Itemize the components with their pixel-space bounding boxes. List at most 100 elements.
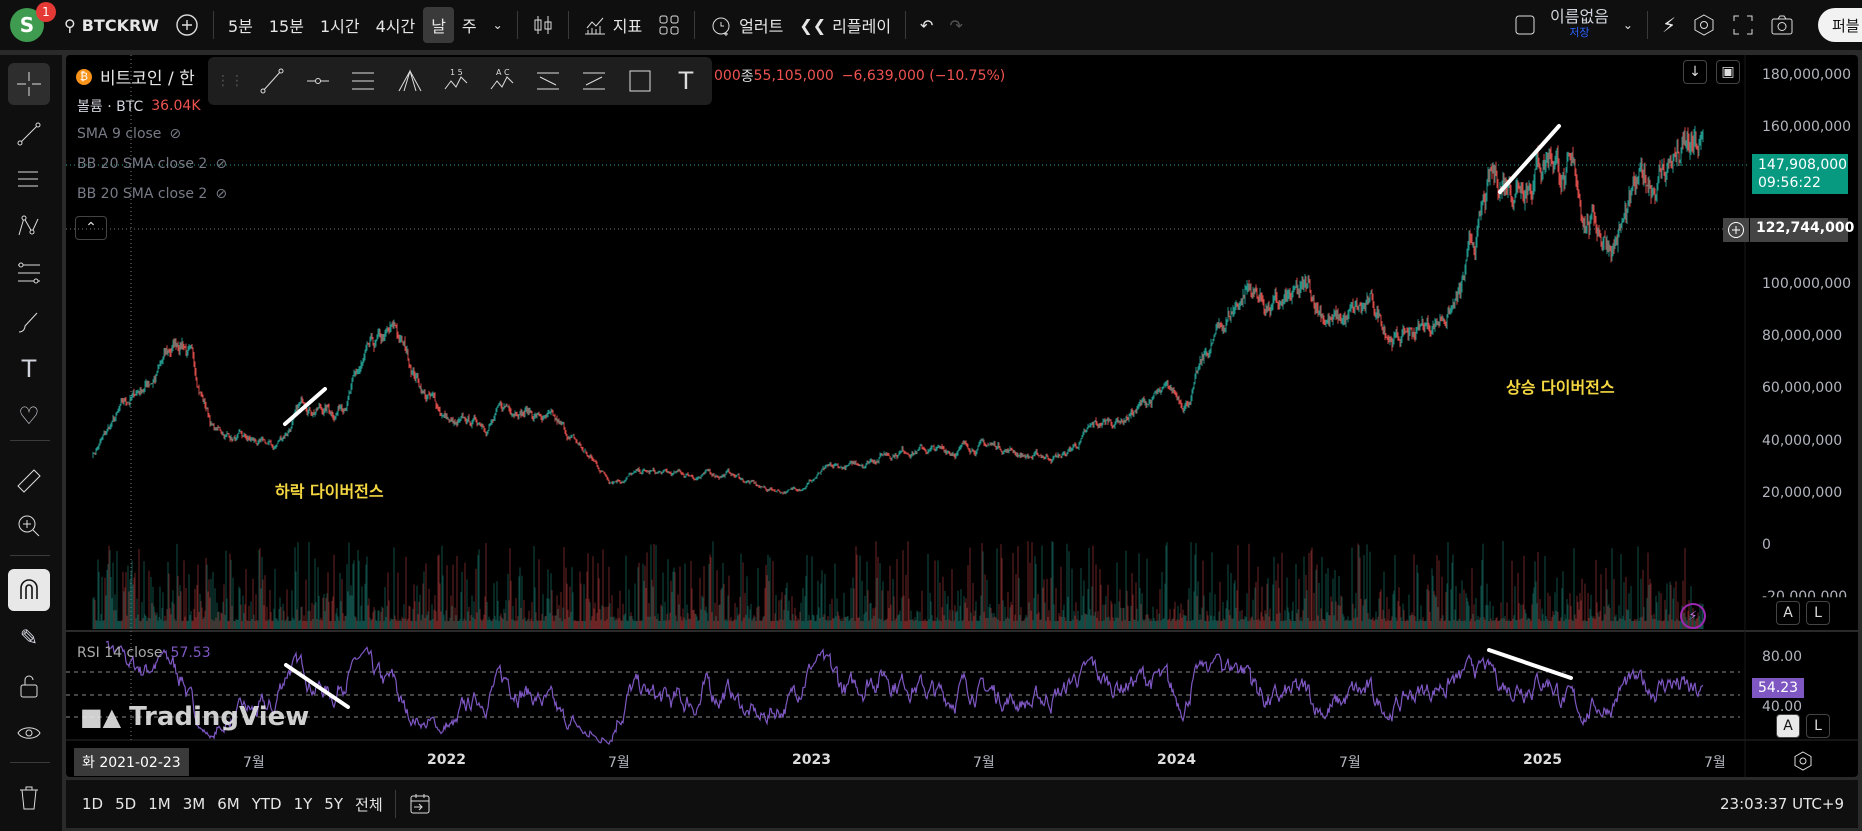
volume-bar <box>384 587 386 629</box>
volume-bar <box>369 617 371 629</box>
volume-bar <box>1188 588 1190 629</box>
volume-bar <box>1227 564 1229 629</box>
volume-bar <box>1057 620 1059 629</box>
volume-bar <box>1267 578 1269 629</box>
volume-bar <box>1239 611 1241 629</box>
time-axis-settings-button[interactable] <box>1792 750 1814 776</box>
move-pane-down-button[interactable]: ↓ <box>1683 60 1707 84</box>
volume-bar <box>1219 581 1221 629</box>
draw-rectangle-button[interactable] <box>622 63 658 99</box>
volume-bar <box>534 587 536 629</box>
volume-bar <box>1402 603 1404 629</box>
indicator-legend-sma[interactable]: SMA 9 close ⊘ <box>77 126 181 142</box>
volume-bar <box>365 564 367 629</box>
volume-bar <box>763 616 765 629</box>
draw-range-button[interactable] <box>530 63 566 99</box>
volume-bar <box>214 588 216 629</box>
volume-bar <box>593 608 595 629</box>
volume-bar <box>586 571 588 629</box>
volume-bar <box>1213 616 1215 629</box>
range-1y[interactable]: 1Y <box>288 786 319 822</box>
volume-bar <box>1581 578 1583 629</box>
bearish-divergence-label[interactable]: 하락 다이버전스 <box>275 478 384 502</box>
collapse-legend-button[interactable]: ⌃ <box>75 216 107 240</box>
range-3m[interactable]: 3M <box>177 786 212 822</box>
volume-bar <box>1277 563 1279 629</box>
volume-bar <box>504 613 506 629</box>
volume-bar <box>1543 620 1545 629</box>
volume-bar <box>492 619 494 629</box>
bullish-rsi-trendline[interactable] <box>1487 648 1573 680</box>
volume-bar <box>478 549 480 629</box>
volume-bar <box>1641 616 1643 629</box>
maximize-pane-button[interactable]: ▣ <box>1716 60 1740 84</box>
volume-bar <box>325 597 327 629</box>
volume-bar <box>1452 554 1454 629</box>
range-5y[interactable]: 5Y <box>318 786 349 822</box>
range-all[interactable]: 전체 <box>349 786 389 822</box>
volume-bar <box>804 596 806 629</box>
range-6m[interactable]: 6M <box>211 786 246 822</box>
rsi-log-scale-button[interactable]: L <box>1806 714 1830 738</box>
bullish-divergence-label[interactable]: 상승 다이버전스 <box>1506 374 1615 398</box>
range-1d[interactable]: 1D <box>76 786 109 822</box>
volume-bar <box>112 562 114 629</box>
volume-bar <box>1044 602 1046 629</box>
eye-hidden-icon[interactable]: ⊘ <box>169 126 181 142</box>
volume-bar <box>1648 584 1650 629</box>
add-alert-button[interactable] <box>1723 218 1749 242</box>
volume-bar <box>1568 619 1570 629</box>
volume-bar <box>172 590 174 629</box>
volume-bar <box>1604 614 1606 629</box>
draw-elliott-button[interactable]: 1 5 <box>438 63 474 99</box>
volume-bar <box>1221 620 1223 629</box>
volume-bar <box>1285 620 1287 629</box>
volume-bar <box>1204 620 1206 629</box>
volume-bar <box>666 613 668 629</box>
volume-bar <box>1382 609 1384 629</box>
volume-bar <box>182 620 184 629</box>
volume-bar <box>1341 596 1343 629</box>
draw-pitchfork-button[interactable] <box>392 63 428 99</box>
indicator-legend-bb-2[interactable]: BB 20 SMA close 2 ⊘ <box>77 186 227 202</box>
volume-bar <box>757 568 759 629</box>
volume-bar <box>786 582 788 629</box>
draw-date-range-button[interactable] <box>576 63 612 99</box>
clock-timezone[interactable]: 23:03:37 UTC+9 <box>1714 786 1850 822</box>
range-5d[interactable]: 5D <box>109 786 142 822</box>
volume-bar <box>137 614 139 629</box>
drag-handle-icon[interactable]: ⋮⋮ <box>216 73 244 89</box>
log-scale-button[interactable]: L <box>1806 601 1830 625</box>
rsi-auto-scale-button[interactable]: A <box>1776 714 1800 738</box>
eye-hidden-icon[interactable]: ⊘ <box>215 156 227 172</box>
volume-bar <box>239 588 241 629</box>
volume-bar <box>1047 616 1049 629</box>
indicator-legend-bb[interactable]: BB 20 SMA close 2 ⊘ <box>77 156 227 172</box>
draw-line-button[interactable] <box>254 63 290 99</box>
volume-bar <box>1203 595 1205 629</box>
volume-bar <box>1253 620 1255 629</box>
go-to-date-button[interactable] <box>402 786 438 822</box>
range-1m[interactable]: 1M <box>142 786 177 822</box>
volume-bar <box>109 550 111 629</box>
volume-bar <box>163 620 165 629</box>
volume-bar <box>628 589 630 629</box>
volume-bar <box>1397 601 1399 629</box>
draw-text-button[interactable]: T <box>668 63 704 99</box>
volume-bar <box>898 614 900 629</box>
draw-channel-button[interactable] <box>346 63 382 99</box>
draw-abcd-button[interactable]: A C <box>484 63 520 99</box>
eye-hidden-icon[interactable]: ⊘ <box>215 186 227 202</box>
volume-bar <box>699 577 701 629</box>
volume-bar <box>1347 616 1349 629</box>
volume-bar <box>1592 618 1594 629</box>
volume-bar <box>618 618 620 629</box>
volume-bar <box>1138 553 1140 629</box>
volume-bar <box>561 620 563 629</box>
draw-hray-button[interactable] <box>300 63 336 99</box>
auto-scale-button[interactable]: A <box>1776 601 1800 625</box>
lightning-icon[interactable]: ⚡ <box>1680 603 1706 629</box>
range-ytd[interactable]: YTD <box>246 786 288 822</box>
volume-bar <box>1535 581 1537 629</box>
volume-bar <box>1598 616 1600 629</box>
